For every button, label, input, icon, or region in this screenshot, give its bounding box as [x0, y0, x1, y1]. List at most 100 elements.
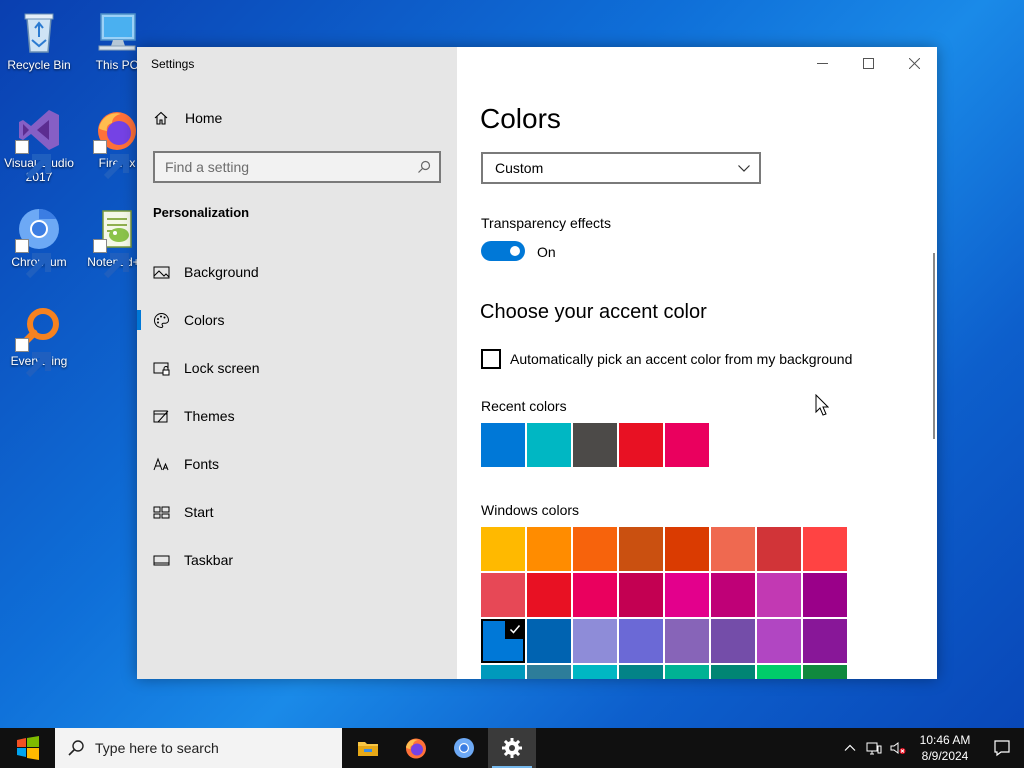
color-mode-value: Custom	[495, 160, 544, 176]
taskbar: Type here to search 10:46 AM 8/9/2024	[0, 728, 1024, 768]
picture-icon	[153, 266, 170, 278]
taskbar-firefox[interactable]	[392, 728, 440, 768]
shortcut-arrow-icon	[93, 140, 129, 180]
recent-color-swatch[interactable]	[665, 423, 709, 467]
windows-color-swatch[interactable]	[665, 665, 709, 679]
recent-color-swatch[interactable]	[573, 423, 617, 467]
network-button[interactable]	[862, 728, 886, 768]
auto-accent-option[interactable]: Automatically pick an accent color from …	[481, 349, 852, 369]
windows-color-swatch[interactable]	[803, 573, 847, 617]
minimize-button[interactable]	[799, 47, 845, 79]
page-title: Colors	[480, 103, 561, 134]
search-icon[interactable]	[417, 160, 431, 174]
settings-window: Settings Home Personalization Background…	[137, 47, 937, 679]
windows-color-swatch[interactable]	[527, 573, 571, 617]
mouse-cursor-icon	[815, 394, 829, 416]
windows-color-swatch[interactable]	[619, 665, 663, 679]
desktop-icon-visual-studio[interactable]: Visual Studio 2017	[1, 106, 77, 184]
taskbar-settings[interactable]	[488, 728, 536, 768]
windows-color-swatch[interactable]	[711, 527, 755, 571]
windows-color-swatch[interactable]	[573, 665, 617, 679]
windows-color-swatch[interactable]	[619, 527, 663, 571]
desktop-icon-chromium[interactable]: Chromium	[1, 205, 77, 279]
chromium-icon	[15, 205, 63, 279]
scrollbar[interactable]	[933, 253, 935, 439]
nav-item-start[interactable]: Start	[137, 488, 457, 536]
windows-color-swatch[interactable]	[803, 665, 847, 679]
minimize-icon	[816, 62, 828, 64]
taskbar-chromium[interactable]	[440, 728, 488, 768]
chevron-up-icon	[844, 744, 856, 751]
maximize-button[interactable]	[845, 47, 891, 79]
windows-color-swatch[interactable]	[527, 527, 571, 571]
windows-color-swatch[interactable]	[665, 619, 709, 663]
close-button[interactable]	[891, 47, 937, 79]
volume-button[interactable]	[886, 728, 910, 768]
windows-color-swatch[interactable]	[711, 619, 755, 663]
nav-item-themes[interactable]: Themes	[137, 392, 457, 440]
home-icon	[154, 111, 168, 125]
desktop-icon-recycle-bin[interactable]: Recycle Bin	[1, 8, 77, 72]
windows-color-swatch[interactable]	[527, 619, 571, 663]
auto-accent-label: Automatically pick an accent color from …	[510, 351, 853, 367]
recent-color-swatch[interactable]	[527, 423, 571, 467]
nav-item-lock-screen[interactable]: Lock screen	[137, 344, 457, 392]
recent-colors-label: Recent colors	[481, 398, 567, 414]
windows-color-swatch[interactable]	[803, 619, 847, 663]
nav-item-taskbar[interactable]: Taskbar	[137, 536, 457, 584]
desktop-icon-everything[interactable]: Everything	[1, 304, 77, 378]
nav-home-label: Home	[185, 110, 223, 126]
windows-color-swatch[interactable]	[665, 527, 709, 571]
nav-item-label: Taskbar	[184, 552, 234, 568]
windows-color-swatch[interactable]	[619, 573, 663, 617]
windows-color-swatch[interactable]	[757, 573, 801, 617]
window-controls	[799, 47, 937, 79]
section-title: Personalization	[153, 205, 250, 220]
action-center-button[interactable]	[980, 728, 1024, 768]
volume-muted-icon	[890, 742, 906, 754]
auto-accent-checkbox[interactable]	[481, 349, 501, 369]
maximize-icon	[862, 57, 874, 69]
firefox-icon	[406, 738, 426, 759]
windows-color-swatch[interactable]	[481, 573, 525, 617]
windows-color-swatch[interactable]	[573, 573, 617, 617]
recent-color-swatch[interactable]	[481, 423, 525, 467]
windows-color-swatch[interactable]	[757, 527, 801, 571]
selected-color-swatch[interactable]	[481, 619, 525, 663]
transparency-toggle[interactable]	[481, 241, 525, 261]
nav-item-colors[interactable]: Colors	[137, 296, 457, 344]
windows-color-swatch[interactable]	[573, 527, 617, 571]
windows-color-swatch[interactable]	[757, 619, 801, 663]
windows-color-swatch[interactable]	[803, 527, 847, 571]
visual-studio-icon	[15, 106, 63, 180]
windows-colors-label: Windows colors	[481, 502, 580, 518]
windows-color-swatch[interactable]	[711, 573, 755, 617]
taskbar-search-box[interactable]: Type here to search	[55, 728, 342, 768]
nav-item-label: Start	[184, 504, 214, 520]
windows-color-swatch[interactable]	[481, 665, 525, 679]
recent-color-swatch[interactable]	[619, 423, 663, 467]
windows-color-swatch[interactable]	[665, 573, 709, 617]
nav-home[interactable]: Home	[153, 110, 222, 126]
shortcut-arrow-icon	[15, 239, 51, 279]
recent-colors-grid	[481, 423, 709, 467]
clock-date: 8/9/2024	[921, 749, 969, 763]
show-hidden-icons-button[interactable]	[838, 728, 862, 768]
nav-item-fonts[interactable]: Fonts	[137, 440, 457, 488]
color-mode-dropdown[interactable]: Custom	[481, 152, 761, 184]
windows-color-swatch[interactable]	[573, 619, 617, 663]
taskbar-file-explorer[interactable]	[344, 728, 392, 768]
nav-item-label: Colors	[184, 312, 225, 328]
windows-color-swatch[interactable]	[711, 665, 755, 679]
taskbar-clock[interactable]: 10:46 AM 8/9/2024	[910, 732, 980, 764]
windows-color-swatch[interactable]	[619, 619, 663, 663]
start-button[interactable]	[0, 728, 55, 768]
windows-color-swatch[interactable]	[527, 665, 571, 679]
computer-icon	[93, 8, 141, 56]
windows-color-swatch[interactable]	[757, 665, 801, 679]
find-setting-input[interactable]	[165, 159, 405, 175]
nav-item-background[interactable]: Background	[137, 248, 457, 296]
nav-item-label: Background	[184, 264, 259, 280]
find-setting-search[interactable]	[153, 151, 441, 183]
windows-color-swatch[interactable]	[481, 527, 525, 571]
